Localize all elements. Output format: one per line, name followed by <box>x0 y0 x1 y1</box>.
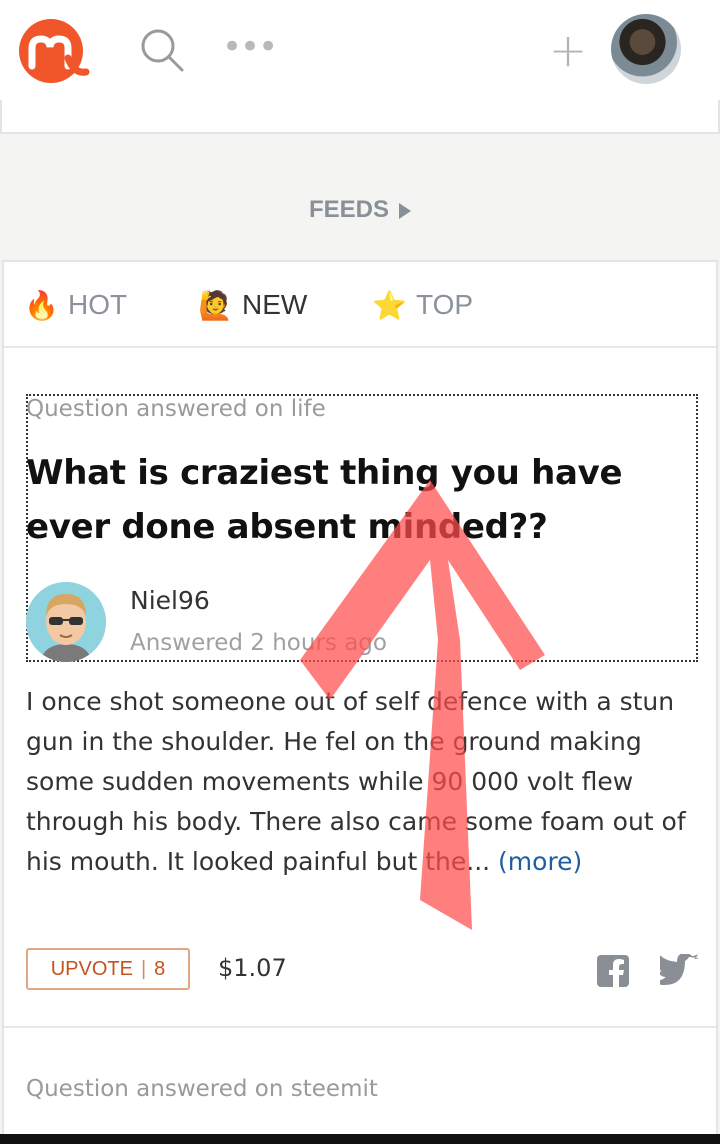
top-bar: ••• + <box>0 0 720 100</box>
feeds-link[interactable]: FEEDS <box>0 190 720 230</box>
profile-avatar[interactable] <box>611 14 681 84</box>
system-bottom-bar <box>0 1134 720 1144</box>
steemit-logo-icon[interactable] <box>18 18 92 84</box>
previous-card-edge <box>0 100 720 134</box>
post-item[interactable]: Question answered on life What is crazie… <box>4 350 716 1028</box>
post-excerpt: I once shot someone out of self defence … <box>26 682 698 882</box>
tab-hot[interactable]: 🔥 HOT <box>24 282 127 328</box>
post-body-text: I once shot someone out of self defence … <box>26 687 686 876</box>
star-icon: ⭐ <box>372 289 407 321</box>
feed-tabs: 🔥 HOT 🙋 NEW ⭐ TOP <box>4 262 716 348</box>
feeds-label: FEEDS <box>308 196 389 223</box>
upvote-button[interactable]: UPVOTE | 8 <box>26 948 190 990</box>
fire-icon: 🔥 <box>24 289 59 321</box>
upvote-label: UPVOTE <box>50 957 133 980</box>
next-post-category: Question answered on steemit <box>26 1076 378 1102</box>
tab-hot-label: HOT <box>68 289 128 320</box>
answered-time: Answered 2 hours ago <box>130 630 387 656</box>
tab-top[interactable]: ⭐ TOP <box>372 282 473 328</box>
upvote-separator: | <box>140 957 147 980</box>
search-icon[interactable] <box>138 26 188 74</box>
facebook-icon[interactable] <box>596 954 630 988</box>
post-title[interactable]: What is craziest thing you have ever don… <box>26 446 686 554</box>
play-triangle-icon <box>399 203 411 219</box>
more-menu-button[interactable]: ••• <box>222 30 278 64</box>
feed-card: 🔥 HOT 🙋 NEW ⭐ TOP Question answered on l… <box>2 260 718 1144</box>
twitter-icon[interactable] <box>660 954 700 988</box>
tab-top-label: TOP <box>416 289 474 320</box>
author-name[interactable]: Niel96 <box>130 586 210 615</box>
create-post-button[interactable]: + <box>548 27 588 73</box>
cartoon-face-icon <box>26 582 106 662</box>
tab-new-label: NEW <box>242 289 308 320</box>
raising-hand-icon: 🙋 <box>198 289 233 321</box>
more-link[interactable]: (more) <box>498 847 582 876</box>
payout-amount: $1.07 <box>218 954 287 982</box>
author-avatar[interactable] <box>26 582 106 662</box>
tab-new[interactable]: 🙋 NEW <box>198 282 307 328</box>
upvote-count: 8 <box>154 957 166 980</box>
post-category: Question answered on life <box>26 396 326 422</box>
